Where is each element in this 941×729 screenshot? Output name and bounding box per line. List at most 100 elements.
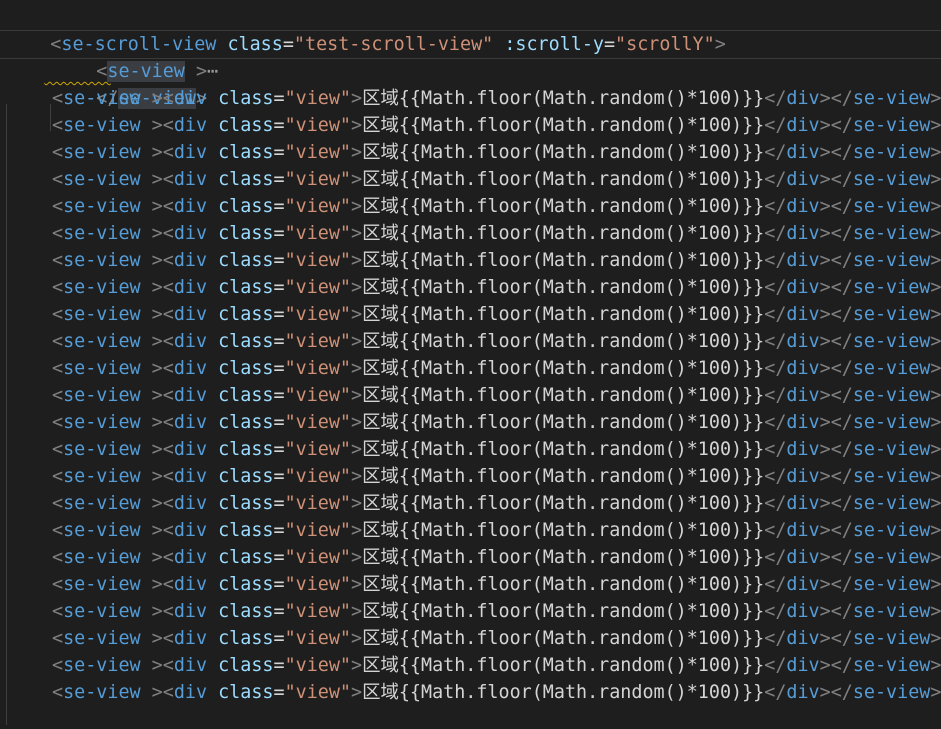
code-line-view-item[interactable]: <se-view ><div class="view">区域{{Math.flo… xyxy=(0,382,941,428)
attribute-value: "view" xyxy=(284,250,351,271)
tag-bracket: ></ xyxy=(819,547,853,568)
tag-bracket: < xyxy=(52,88,64,109)
tag-name: se-view xyxy=(63,115,141,136)
attribute-value: "view" xyxy=(284,412,351,433)
code-line-view-item[interactable]: <se-view ><div class="view">区域{{Math.flo… xyxy=(0,490,941,536)
tag-bracket: > xyxy=(930,628,941,649)
tag-bracket: > xyxy=(930,331,941,352)
attribute-name: class xyxy=(218,358,274,379)
tag-bracket: ></ xyxy=(819,223,853,244)
tag-bracket: </ xyxy=(764,277,787,298)
code-line-view-item[interactable]: <se-view ><div class="view">区域{{Math.flo… xyxy=(0,85,941,131)
tag-name: div xyxy=(173,223,208,244)
tag-bracket: > xyxy=(930,223,941,244)
attribute-name: class xyxy=(218,223,274,244)
inner-text: 区域{{Math.floor(Math.random()*100)}} xyxy=(362,412,765,433)
code-line-view-item[interactable]: <se-view ><div class="view">区域{{Math.flo… xyxy=(0,598,941,644)
tag-bracket: > xyxy=(930,169,941,190)
tag-name: se-view xyxy=(63,520,141,541)
tag-name: div xyxy=(786,331,820,352)
attribute-name: class xyxy=(218,574,274,595)
code-line-view-item[interactable]: <se-view ><div class="view">区域{{Math.flo… xyxy=(0,679,941,725)
code-line-view-item[interactable]: <se-view ><div class="view">区域{{Math.flo… xyxy=(0,139,941,185)
tag-bracket: >< xyxy=(140,574,174,595)
code-line-view-item[interactable]: <se-view ><div class="view">区域{{Math.flo… xyxy=(0,112,941,158)
attribute-name: class xyxy=(218,169,274,190)
tag-bracket: >< xyxy=(140,196,174,217)
tag-bracket: > xyxy=(351,520,363,541)
inner-text: 区域{{Math.floor(Math.random()*100)}} xyxy=(362,358,765,379)
code-line-view-item[interactable]: <se-view ><div class="view">区域{{Math.flo… xyxy=(0,436,941,482)
code-line-view-item[interactable]: <se-view ><div class="view">区域{{Math.flo… xyxy=(0,463,941,509)
tag-name: se-view xyxy=(852,493,931,514)
attribute-name: class xyxy=(218,547,274,568)
tag-name: div xyxy=(786,574,820,595)
code-line-scroll-view-open[interactable]: <se-scroll-view class="test-scroll-view"… xyxy=(6,4,725,55)
tag-bracket: >< xyxy=(140,412,174,433)
tag-bracket: </ xyxy=(764,574,787,595)
attribute-value: "view" xyxy=(284,385,351,406)
tag-bracket: < xyxy=(52,223,64,244)
equals-sign: = xyxy=(273,223,285,244)
tag-name: div xyxy=(786,277,820,298)
inner-text: 区域{{Math.floor(Math.random()*100)}} xyxy=(362,115,765,136)
code-line-view-item[interactable]: <se-view ><div class="view">区域{{Math.flo… xyxy=(0,220,941,266)
tag-name: se-view xyxy=(63,196,141,217)
tag-bracket: > xyxy=(351,277,363,298)
code-line-view-item[interactable]: <se-view ><div class="view">区域{{Math.flo… xyxy=(0,301,941,347)
tag-bracket: < xyxy=(52,358,64,379)
tag-bracket: ></ xyxy=(819,88,853,109)
tag-bracket: ></ xyxy=(819,466,853,487)
code-line-view-item[interactable]: <se-view ><div class="view">区域{{Math.flo… xyxy=(0,544,941,590)
code-line-view-close[interactable]: </se-view> xyxy=(0,58,207,131)
code-line-view-item[interactable]: <se-view ><div class="view">区域{{Math.flo… xyxy=(0,517,941,563)
tag-bracket: </ xyxy=(764,655,787,676)
tag-bracket: > xyxy=(351,574,363,595)
code-line-view-item[interactable]: <se-view ><div class="view">区域{{Math.flo… xyxy=(0,652,941,698)
tag-bracket: </ xyxy=(764,223,787,244)
tag-name: div xyxy=(173,277,208,298)
inner-text: 区域{{Math.floor(Math.random()*100)}} xyxy=(362,439,765,460)
attribute-name: class xyxy=(218,277,274,298)
code-editor[interactable]: <se-scroll-view class="test-scroll-view"… xyxy=(0,0,941,729)
fold-ellipsis-icon[interactable]: ⋯ xyxy=(207,61,218,82)
code-line-view-item[interactable]: <se-view ><div class="view">区域{{Math.flo… xyxy=(0,328,941,374)
code-line-view-item[interactable]: <se-view ><div class="view">区域{{Math.flo… xyxy=(0,193,941,239)
attribute-name: class xyxy=(218,196,274,217)
tag-bracket: > xyxy=(930,196,941,217)
code-line-view-item[interactable]: <se-view ><div class="view">区域{{Math.flo… xyxy=(0,166,941,212)
code-line-scroll-view-close[interactable]: </se-scroll-view> xyxy=(6,706,239,729)
inner-text: 区域{{Math.floor(Math.random()*100)}} xyxy=(362,520,765,541)
tag-bracket: ></ xyxy=(819,520,853,541)
tag-bracket: >< xyxy=(140,223,174,244)
tag-bracket: ></ xyxy=(819,601,853,622)
tag-bracket: </ xyxy=(764,520,787,541)
code-line-view-item[interactable]: <se-view ><div class="view">区域{{Math.flo… xyxy=(0,625,941,671)
tag-bracket: < xyxy=(52,628,64,649)
tag-name: se-view xyxy=(852,223,931,244)
inner-text: 区域{{Math.floor(Math.random()*100)}} xyxy=(362,304,765,325)
tag-bracket: </ xyxy=(764,88,787,109)
code-line-view-item[interactable]: <se-view ><div class="view">区域{{Math.flo… xyxy=(0,571,941,617)
tag-name: se-view xyxy=(852,412,931,433)
tag-bracket: >< xyxy=(140,358,174,379)
attribute-name: class xyxy=(218,88,274,109)
equals-sign: = xyxy=(273,358,285,379)
tag-bracket: < xyxy=(52,439,64,460)
code-line-view-item[interactable]: <se-view ><div class="view">区域{{Math.flo… xyxy=(0,355,941,401)
tag-bracket: >< xyxy=(140,250,174,271)
equals-sign: = xyxy=(273,142,285,163)
tag-name: div xyxy=(173,169,208,190)
tag-bracket: </ xyxy=(764,142,787,163)
equals-sign: = xyxy=(273,493,285,514)
code-line-folded-view[interactable]: <se-view >⋯ xyxy=(0,30,941,82)
tag-bracket: ></ xyxy=(819,196,853,217)
tag-name: se-view xyxy=(63,601,141,622)
tag-bracket: > xyxy=(351,628,363,649)
tag-bracket: < xyxy=(52,250,64,271)
inner-text: 区域{{Math.floor(Math.random()*100)}} xyxy=(362,277,765,298)
code-line-view-item[interactable]: <se-view ><div class="view">区域{{Math.flo… xyxy=(0,409,941,455)
code-line-view-item[interactable]: <se-view ><div class="view">区域{{Math.flo… xyxy=(0,247,941,293)
code-line-view-item[interactable]: <se-view ><div class="view">区域{{Math.flo… xyxy=(0,274,941,320)
tag-bracket: > xyxy=(351,601,363,622)
